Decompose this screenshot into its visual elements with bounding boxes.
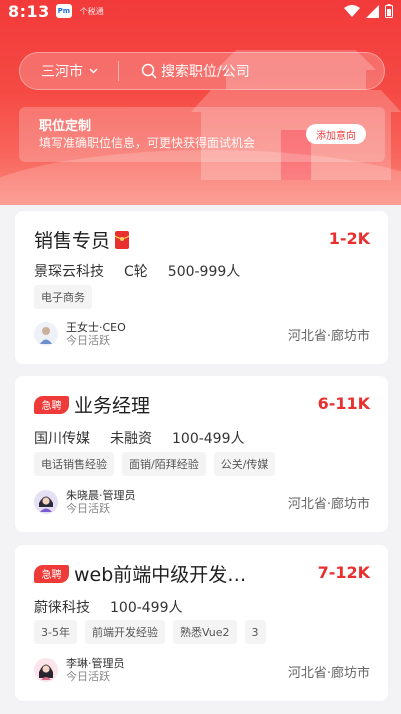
active-status: 今日活跃: [66, 334, 110, 347]
signal-icon: [366, 4, 379, 18]
salary: 6-11K: [317, 394, 370, 413]
job-title-row: 急聘 web前端中级开发…: [34, 560, 246, 587]
avatar: [34, 490, 58, 514]
job-card[interactable]: 急聘 业务经理 6-11K 国川传媒 未融资 100-499人 电话销售经验 面…: [15, 376, 388, 532]
status-time: 8:13: [8, 1, 50, 21]
job-title-row: 急聘 业务经理: [34, 391, 150, 418]
wifi-icon: [344, 4, 360, 17]
job-location: 河北省·廊坊市: [287, 666, 370, 681]
tag: 电话销售经验: [34, 452, 114, 476]
recruiter-name: 李琳·管理员: [66, 657, 125, 670]
salary: 7-12K: [317, 563, 370, 582]
job-location: 河北省·廊坊市: [287, 497, 370, 512]
company-size: 100-499人: [110, 600, 183, 616]
search-icon: [141, 63, 157, 79]
active-status: 今日活跃: [66, 670, 110, 683]
tag: 公关/传媒: [213, 452, 276, 476]
tag: 3-5年: [34, 620, 77, 644]
funding-stage: C轮: [124, 264, 148, 280]
header-background: [0, 0, 401, 205]
salary: 1-2K: [328, 229, 370, 248]
funding-stage: 未融资: [110, 431, 152, 447]
job-customization-banner[interactable]: 职位定制 填写准确职位信息，可更快获得面试机会 添加意向: [19, 107, 385, 162]
job-title: 业务经理: [74, 395, 151, 417]
job-tags: 3-5年 前端开发经验 熟悉Vue2 3: [34, 620, 266, 644]
avatar: [34, 322, 58, 346]
company-info: 蔚徕科技 100-499人: [34, 597, 183, 617]
company-name: 蔚徕科技: [34, 600, 90, 616]
job-card[interactable]: 急聘 web前端中级开发… 7-12K 蔚徕科技 100-499人 3-5年 前…: [15, 545, 388, 701]
urgent-badge: 急聘: [34, 395, 69, 414]
recruiter-info: 李琳·管理员 今日活跃: [34, 657, 125, 683]
tag: 3: [244, 620, 266, 644]
search-input[interactable]: 搜索职位/公司: [119, 61, 250, 81]
job-location: 河北省·廊坊市: [287, 329, 370, 344]
recruiter-info: 朱晓晨·管理员 今日活跃: [34, 489, 136, 515]
city-label: 三河市: [41, 64, 83, 80]
tag: 面销/陌拜经验: [122, 452, 206, 476]
avatar: [34, 658, 58, 682]
chevron-down-icon: [89, 68, 98, 74]
job-title: 销售专员: [34, 230, 111, 252]
add-intention-button[interactable]: 添加意向: [306, 124, 366, 144]
company-info: 景琛云科技 C轮 500-999人: [34, 261, 240, 281]
tax-app-notification-icon: 个税通: [79, 6, 104, 16]
job-card[interactable]: 销售专员 1-2K 景琛云科技 C轮 500-999人 电子商务 王女士·CEO…: [15, 211, 388, 364]
company-size: 100-499人: [172, 431, 245, 447]
tag: 电子商务: [34, 285, 92, 309]
company-name: 景琛云科技: [34, 264, 104, 280]
search-bar: 三河市 搜索职位/公司: [19, 52, 385, 90]
tag: 熟悉Vue2: [172, 620, 237, 644]
red-packet-icon: [114, 230, 130, 249]
recruiter-name: 朱晓晨·管理员: [66, 489, 136, 502]
job-title: web前端中级开发…: [74, 564, 247, 586]
active-status: 今日活跃: [66, 502, 110, 515]
app-notification-icon: Pm: [55, 4, 72, 18]
job-tags: 电话销售经验 面销/陌拜经验 公关/传媒: [34, 452, 276, 476]
job-title-row: 销售专员: [34, 226, 130, 253]
city-selector[interactable]: 三河市: [20, 61, 118, 81]
company-name: 国川传媒: [34, 431, 90, 447]
battery-icon: [385, 4, 393, 18]
company-size: 500-999人: [167, 264, 241, 280]
recruiter-name: 王女士·CEO: [66, 321, 126, 334]
status-bar: 8:13 Pm 个税通: [0, 0, 401, 22]
company-info: 国川传媒 未融资 100-499人: [34, 428, 245, 448]
search-placeholder: 搜索职位/公司: [161, 64, 250, 80]
job-tags: 电子商务: [34, 285, 92, 309]
urgent-badge: 急聘: [34, 564, 69, 583]
recruiter-info: 王女士·CEO 今日活跃: [34, 321, 126, 347]
tag: 前端开发经验: [84, 620, 165, 644]
